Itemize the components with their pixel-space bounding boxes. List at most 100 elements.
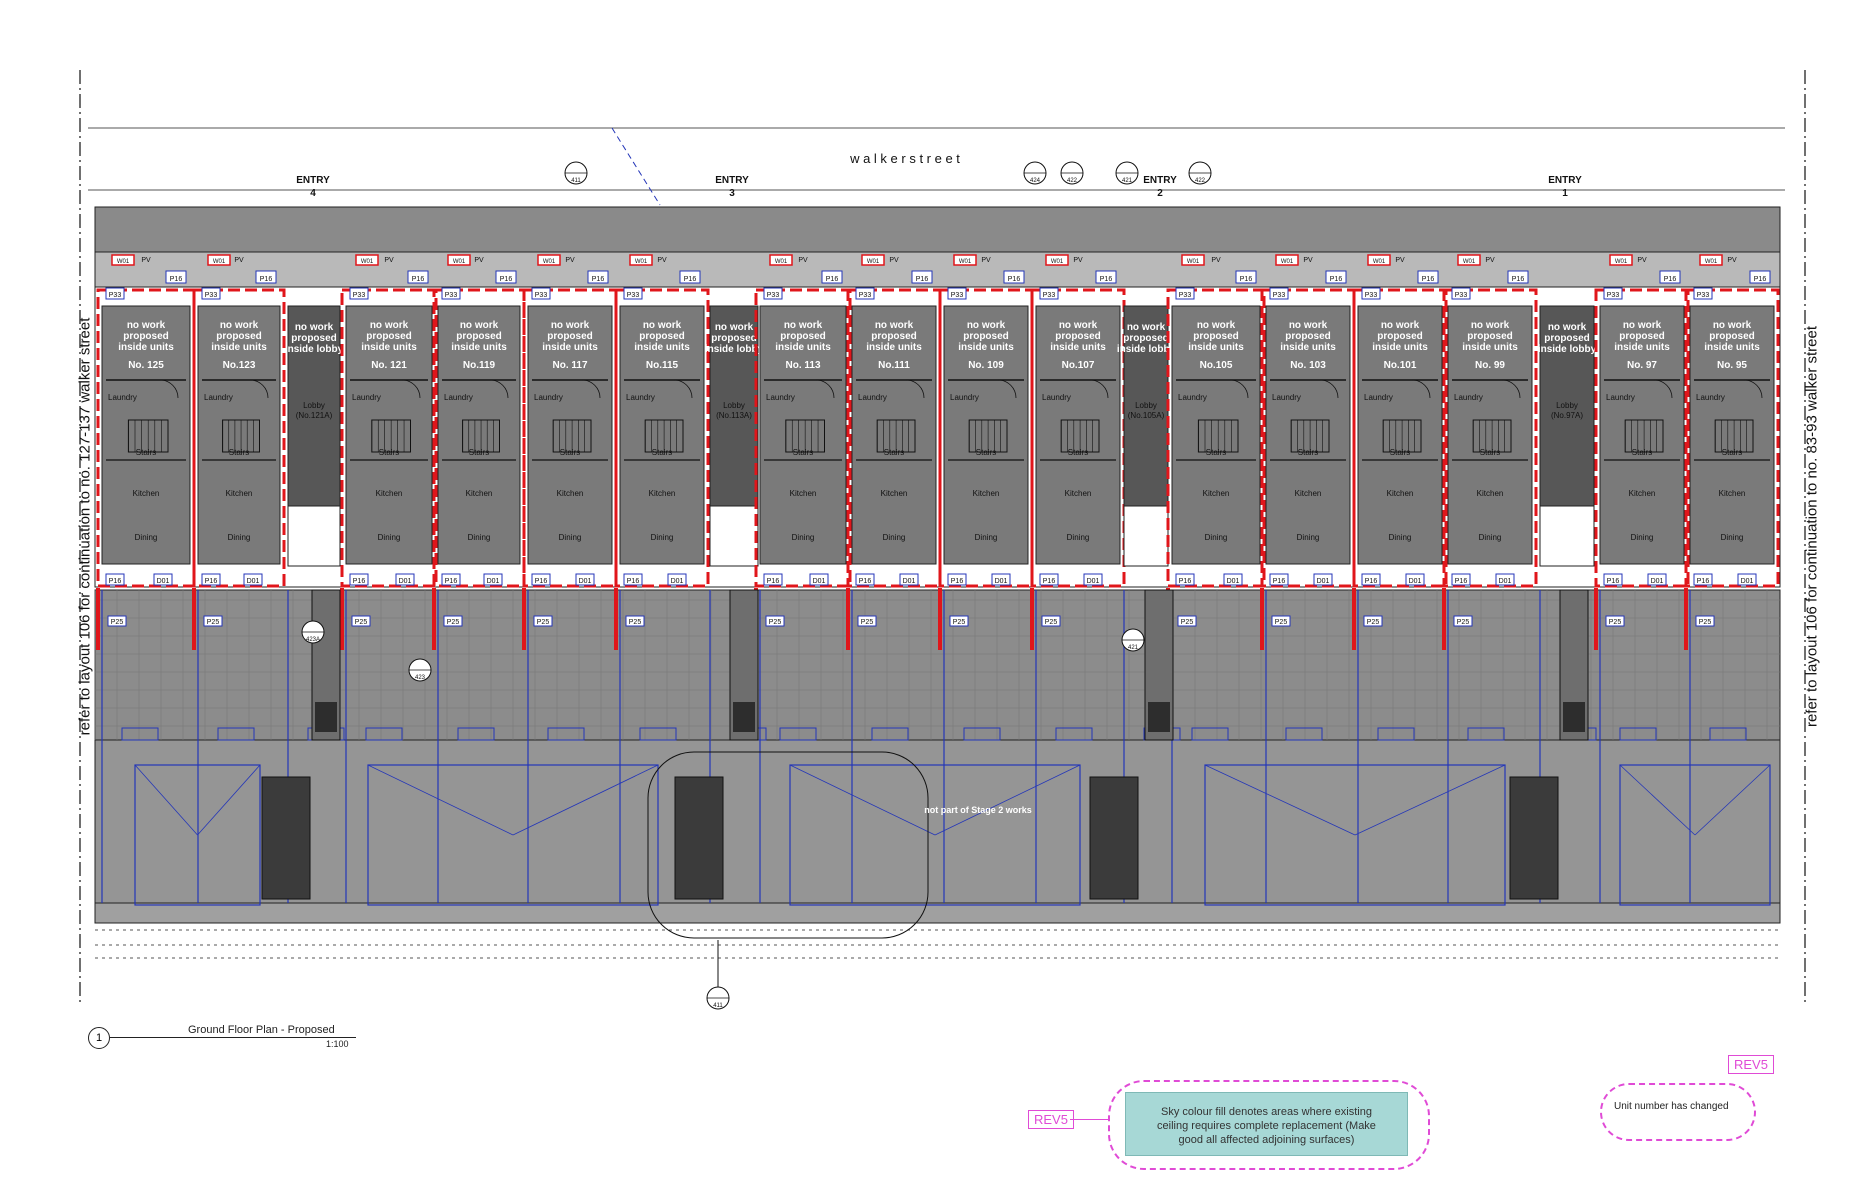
unit-number-changed-note: Unit number has changed [1614,1101,1729,1112]
unit-note-text: inside units [361,342,417,353]
tag-p25: P25 [953,619,966,626]
floor-plan-drawing: w a l k e r s t r e e tno workproposedin… [79,70,1806,1010]
lobby-note-text: inside lobby [285,344,344,355]
unit-note-text: no work [370,320,409,331]
garage-structure [1509,776,1559,900]
stairs-label: Stairs [136,448,156,457]
unit-note-text: proposed [639,331,685,342]
dining-label: Dining [883,533,906,542]
tag-p33: P33 [205,292,218,299]
tag-p25: P25 [769,619,782,626]
dining-label: Dining [1479,533,1502,542]
tag-p16-rear: P16 [353,578,366,585]
tag-pv: PV [234,257,244,264]
tag-p33: P33 [1179,292,1192,299]
dining-label: Dining [559,533,582,542]
tag-p16-rear: P16 [535,578,548,585]
yard-stair [315,702,337,732]
tag-w01: W01 [1615,259,1628,265]
laundry-label: Laundry [626,393,655,402]
tag-p25: P25 [629,619,642,626]
kitchen-label: Kitchen [1387,489,1414,498]
lobby-entry-area [709,505,759,567]
tag-p16-rear: P16 [767,578,780,585]
stairs-label: Stairs [652,448,672,457]
tag-p33: P33 [627,292,640,299]
tag-p16: P16 [1512,276,1525,283]
tag-p16-rear: P16 [1607,578,1620,585]
entry-number: 4 [310,188,316,199]
tag-d01: D01 [247,578,260,585]
tag-d01: D01 [487,578,500,585]
sky-colour-note: Sky colour fill denotes areas where exis… [1125,1092,1408,1156]
unit-number-label: No. 99 [1475,360,1505,371]
tag-p16-rear: P16 [1365,578,1378,585]
kitchen-label: Kitchen [466,489,493,498]
kitchen-label: Kitchen [1719,489,1746,498]
stairs-label: Stairs [229,448,249,457]
section-marker-ref: 411 [713,1003,723,1009]
tag-p16: P16 [826,276,839,283]
unit-number-label: No.119 [463,360,496,371]
tag-p33: P33 [535,292,548,299]
tag-pv: PV [1303,257,1313,264]
tag-p16: P16 [170,276,183,283]
revision-tag: REV5 [1028,1110,1074,1129]
tag-p16-rear: P16 [109,578,122,585]
unit-note-text: proposed [1709,331,1755,342]
lobby-note-text: proposed [711,333,757,344]
unit-note-text: proposed [547,331,593,342]
unit-note-text: proposed [1193,331,1239,342]
tag-pv: PV [1395,257,1405,264]
stairs-label: Stairs [884,448,904,457]
tag-d01: D01 [399,578,412,585]
kitchen-label: Kitchen [376,489,403,498]
kitchen-label: Kitchen [1629,489,1656,498]
unit-note-text: proposed [1285,331,1331,342]
laundry-label: Laundry [1454,393,1483,402]
lobby-entry-area [287,505,341,567]
tag-p25: P25 [355,619,368,626]
entry-label: ENTRY [715,175,749,186]
unit-note-text: inside units [542,342,598,353]
laundry-label: Laundry [1042,393,1071,402]
rear-lane-strip [94,902,1781,924]
lobby-label: Lobby [1135,401,1157,410]
entry-label: ENTRY [1548,175,1582,186]
section-marker-ref: 411 [571,178,581,184]
unit-number-label: No. 125 [128,360,164,371]
tag-d01: D01 [1087,578,1100,585]
laundry-label: Laundry [444,393,473,402]
yard-stair [733,702,755,732]
entry-number: 2 [1157,188,1163,199]
unit-number-label: No. 103 [1290,360,1326,371]
lobby-note-text: proposed [1544,333,1590,344]
tag-pv: PV [889,257,899,264]
stairs-label: Stairs [1632,448,1652,457]
dining-label: Dining [378,533,401,542]
tag-p25: P25 [537,619,550,626]
lobby-note-text: no work [295,322,334,333]
tag-p33: P33 [1273,292,1286,299]
tag-p25: P25 [1367,619,1380,626]
entry-number: 3 [729,188,735,199]
front-verandah-strip [94,206,1781,253]
unit-number-label: No.123 [223,360,256,371]
tag-w01: W01 [867,259,880,265]
stairs-label: Stairs [1068,448,1088,457]
tag-d01: D01 [813,578,826,585]
kitchen-label: Kitchen [1203,489,1230,498]
unit-number-label: No.111 [878,360,910,371]
stairs-label: Stairs [976,448,996,457]
entry-label: ENTRY [296,175,330,186]
unit-note-text: no work [1059,320,1098,331]
tag-p16: P16 [1240,276,1253,283]
lobby-label: Lobby [303,401,325,410]
rear-yard-zone [94,589,1781,741]
tag-p33: P33 [109,292,122,299]
tag-d01: D01 [1499,578,1512,585]
drawing-scale: 1:100 [326,1039,349,1049]
unit-note-text: inside units [1372,342,1428,353]
tag-w01: W01 [959,259,972,265]
tag-p16: P16 [500,276,513,283]
